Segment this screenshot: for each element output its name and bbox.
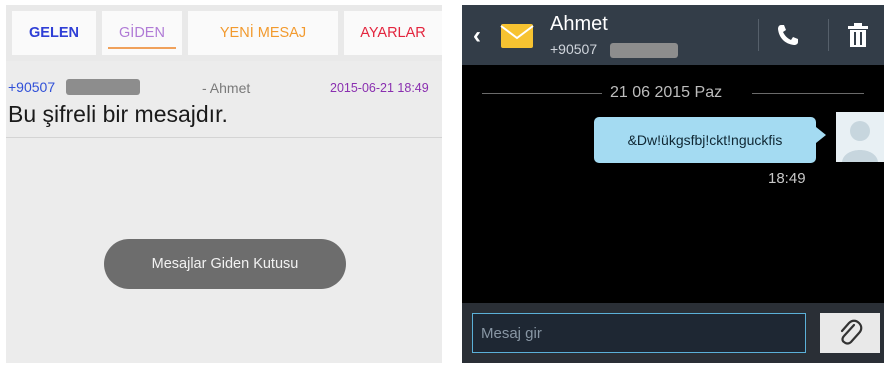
tab-giden-label: GİDEN: [119, 25, 165, 41]
tab-yeni-mesaj-label: YENİ MESAJ: [219, 25, 307, 41]
trash-icon[interactable]: [846, 21, 870, 49]
tab-giden[interactable]: GİDEN: [102, 11, 182, 55]
bubble-text: &Dw!ükgsfbj!ckt!nguckfis: [627, 132, 783, 148]
header-separator: [828, 19, 829, 51]
header-separator: [758, 19, 759, 51]
phone-icon[interactable]: [774, 21, 802, 49]
message-sender: - Ahmet: [202, 80, 251, 96]
conversation-screen: ‹ Ahmet +90507 21 06 2015 Paz &Dw!ükgsfb…: [462, 5, 884, 363]
message-date: 2015-06-21 18:49: [330, 81, 429, 95]
contact-number: +90507: [550, 41, 598, 57]
outbox-screen: GELEN GİDEN YENİ MESAJ AYARLAR +90507 - …: [6, 5, 442, 363]
message-input[interactable]: [472, 313, 806, 353]
date-line: [752, 93, 864, 94]
active-tab-underline: [108, 47, 176, 49]
toast-message: Mesajlar Giden Kutusu: [104, 239, 346, 289]
tab-ayarlar[interactable]: AYARLAR: [344, 11, 442, 55]
tab-gelen-label: GELEN: [29, 25, 79, 41]
message-bubble[interactable]: &Dw!ükgsfbj!ckt!nguckfis: [594, 117, 826, 163]
chevron-left-icon[interactable]: ‹: [470, 22, 484, 49]
attach-button[interactable]: [820, 313, 880, 353]
toast-text: Mesajlar Giden Kutusu: [151, 256, 299, 272]
date-separator-text: 21 06 2015 Paz: [610, 84, 723, 101]
date-separator: 21 06 2015 Paz: [462, 83, 884, 103]
message-number: +90507: [8, 79, 56, 95]
date-line: [482, 93, 602, 94]
message-item[interactable]: +90507 - Ahmet 2015-06-21 18:49 Bu şifre…: [6, 75, 442, 137]
tab-yeni-mesaj[interactable]: YENİ MESAJ: [188, 11, 338, 55]
avatar-icon[interactable]: [836, 112, 884, 162]
contact-name: Ahmet: [550, 13, 608, 35]
tab-ayarlar-label: AYARLAR: [360, 25, 426, 41]
tab-gelen[interactable]: GELEN: [12, 11, 96, 55]
bubble-tail: [816, 127, 826, 143]
envelope-icon: [500, 24, 534, 48]
divider: [6, 137, 442, 138]
message-time: 18:49: [768, 170, 806, 187]
redacted-number-mask: [610, 43, 678, 58]
compose-bar: [462, 303, 884, 363]
conversation-header: ‹ Ahmet +90507: [462, 5, 884, 65]
message-body: Bu şifreli bir mesajdır.: [8, 101, 228, 127]
paperclip-icon: [840, 319, 863, 345]
redacted-number-mask: [66, 79, 140, 95]
tab-bar: GELEN GİDEN YENİ MESAJ AYARLAR: [6, 5, 442, 61]
